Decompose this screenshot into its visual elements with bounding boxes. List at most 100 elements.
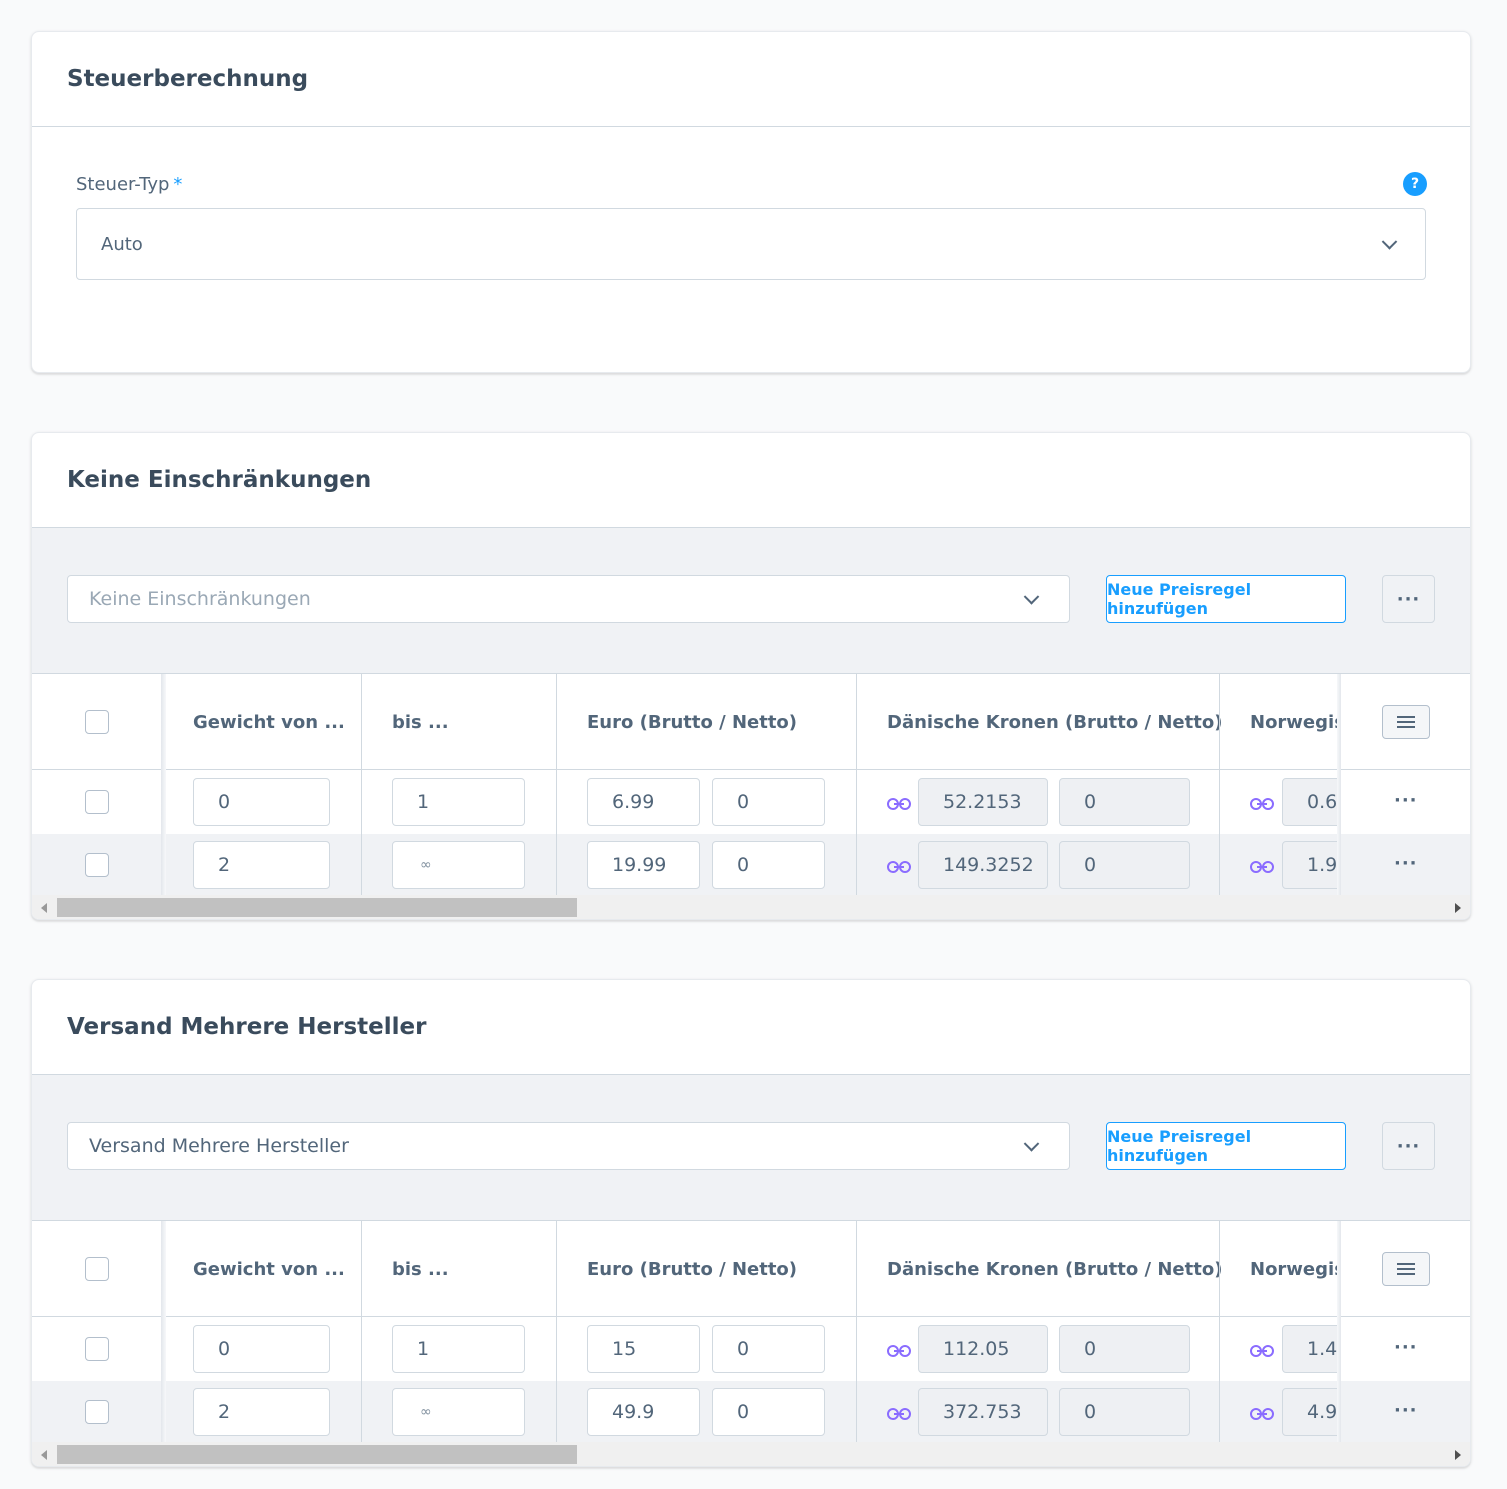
dkk-gross-input[interactable]: 52.2153 (918, 778, 1048, 826)
euro-net-input[interactable]: 0 (712, 778, 825, 826)
row-actions-button[interactable]: ··· (1394, 1337, 1418, 1358)
column-header-dkk[interactable]: Dänische Kronen (Brutto / Netto) (887, 1221, 1237, 1317)
card-title: Keine Einschränkungen (67, 467, 372, 493)
row-checkbox[interactable] (85, 790, 109, 814)
grid-header: Gewicht von ... bis ... Euro (Brutto / N… (32, 1221, 1470, 1317)
scroll-left-icon[interactable] (41, 903, 47, 913)
row-checkbox[interactable] (85, 1337, 109, 1361)
link-icon[interactable] (1250, 860, 1274, 874)
card-title: Versand Mehrere Hersteller (67, 1014, 427, 1040)
select-all-checkbox[interactable] (85, 710, 109, 734)
price-grid: Gewicht von ... bis ... Euro (Brutto / N… (32, 1221, 1470, 1444)
row-checkbox[interactable] (85, 1400, 109, 1424)
column-settings-button[interactable] (1382, 1252, 1430, 1286)
grid-header: Gewicht von ... bis ... Euro (Brutto / N… (32, 674, 1470, 770)
tax-type-value: Auto (101, 233, 143, 255)
euro-gross-input[interactable]: 19.99 (587, 841, 700, 889)
column-header-weight-from[interactable]: Gewicht von ... (193, 1221, 373, 1317)
weight-to-input[interactable]: ∞ (392, 1388, 525, 1436)
euro-gross-input[interactable]: 15 (587, 1325, 700, 1373)
weight-from-input[interactable]: 0 (193, 1325, 330, 1373)
weight-to-input[interactable]: 1 (392, 778, 525, 826)
rule-select[interactable]: Keine Einschränkungen (67, 575, 1070, 623)
euro-net-input[interactable]: 0 (712, 1388, 825, 1436)
column-header-nok[interactable]: Norwegische Kronen (Brutto / Netto) (1250, 674, 1341, 770)
row-actions-button[interactable]: ··· (1394, 790, 1418, 811)
column-header-weight-to[interactable]: bis ... (392, 1221, 572, 1317)
scroll-thumb[interactable] (57, 898, 577, 917)
rule-toolbar: Versand Mehrere Hersteller Neue Preisreg… (32, 1075, 1470, 1221)
weight-from-input[interactable]: 2 (193, 1388, 330, 1436)
rule-select-value: Versand Mehrere Hersteller (89, 1135, 349, 1157)
scroll-right-icon[interactable] (1455, 1450, 1461, 1460)
tax-type-label-text: Steuer-Typ (76, 174, 170, 195)
row-actions-button[interactable]: ··· (1394, 1400, 1418, 1421)
column-divider (856, 1221, 857, 1443)
sticky-column-shadow (161, 1221, 166, 1443)
euro-net-input[interactable]: 0 (712, 841, 825, 889)
link-icon[interactable] (1250, 797, 1274, 811)
dkk-net-input[interactable]: 0 (1059, 1325, 1190, 1373)
column-settings-button[interactable] (1382, 705, 1430, 739)
rule-toolbar: Keine Einschränkungen Neue Preisregel hi… (32, 528, 1470, 674)
weight-to-input[interactable]: 1 (392, 1325, 525, 1373)
table-row: 0 1 15 0 112.05 0 1.48 (32, 1318, 1470, 1381)
weight-from-input[interactable]: 0 (193, 778, 330, 826)
link-icon[interactable] (1250, 1344, 1274, 1358)
chevron-down-icon (1381, 234, 1398, 250)
rule-select[interactable]: Versand Mehrere Hersteller (67, 1122, 1070, 1170)
column-header-weight-from[interactable]: Gewicht von ... (193, 674, 373, 770)
add-price-rule-button[interactable]: Neue Preisregel hinzufügen (1106, 575, 1346, 623)
add-price-rule-button[interactable]: Neue Preisregel hinzufügen (1106, 1122, 1346, 1170)
column-divider (361, 1221, 362, 1443)
scroll-right-icon[interactable] (1455, 903, 1461, 913)
dkk-net-input[interactable]: 0 (1059, 1388, 1190, 1436)
price-grid: Gewicht von ... bis ... Euro (Brutto / N… (32, 674, 1470, 897)
column-header-euro[interactable]: Euro (Brutto / Netto) (587, 674, 877, 770)
column-divider (556, 674, 557, 896)
card-header: Steuerberechnung (32, 32, 1470, 127)
column-settings-icon (1397, 1263, 1415, 1275)
link-icon[interactable] (887, 1344, 911, 1358)
column-divider (856, 674, 857, 896)
column-divider (361, 674, 362, 896)
tax-type-select[interactable]: Auto (76, 208, 1426, 280)
weight-to-input[interactable]: ∞ (392, 841, 525, 889)
link-icon[interactable] (1250, 1407, 1274, 1421)
column-header-weight-to[interactable]: bis ... (392, 674, 572, 770)
card-header: Versand Mehrere Hersteller (32, 980, 1470, 1075)
horizontal-scrollbar[interactable] (32, 895, 1470, 919)
column-divider (1219, 1221, 1220, 1443)
dkk-net-input[interactable]: 0 (1059, 778, 1190, 826)
dkk-gross-input[interactable]: 149.3252 (918, 841, 1048, 889)
column-settings-icon (1397, 716, 1415, 728)
euro-net-input[interactable]: 0 (712, 1325, 825, 1373)
column-divider (556, 1221, 557, 1443)
more-options-button[interactable]: ··· (1382, 575, 1435, 623)
row-checkbox[interactable] (85, 853, 109, 877)
table-row: 0 1 6.99 0 52.2153 0 0.69 (32, 771, 1470, 834)
column-header-euro[interactable]: Euro (Brutto / Netto) (587, 1221, 877, 1317)
euro-gross-input[interactable]: 6.99 (587, 778, 700, 826)
select-all-checkbox[interactable] (85, 1257, 109, 1281)
row-actions-button[interactable]: ··· (1394, 853, 1418, 874)
horizontal-scrollbar[interactable] (32, 1442, 1470, 1466)
chevron-down-icon (1023, 1136, 1040, 1152)
link-icon[interactable] (887, 1407, 911, 1421)
column-header-nok[interactable]: Norwegische Kronen (Brutto / Netto) (1250, 1221, 1341, 1317)
dkk-net-input[interactable]: 0 (1059, 841, 1190, 889)
help-icon[interactable]: ? (1403, 172, 1427, 196)
link-icon[interactable] (887, 797, 911, 811)
euro-gross-input[interactable]: 49.9 (587, 1388, 700, 1436)
column-header-dkk[interactable]: Dänische Kronen (Brutto / Netto) (887, 674, 1237, 770)
price-rule-card: Keine Einschränkungen Keine Einschränkun… (31, 432, 1471, 920)
link-icon[interactable] (887, 860, 911, 874)
chevron-down-icon (1023, 589, 1040, 605)
scroll-thumb[interactable] (57, 1445, 577, 1464)
scroll-left-icon[interactable] (41, 1450, 47, 1460)
weight-from-input[interactable]: 2 (193, 841, 330, 889)
sticky-column-shadow (1337, 674, 1341, 896)
dkk-gross-input[interactable]: 372.753 (918, 1388, 1048, 1436)
more-options-button[interactable]: ··· (1382, 1122, 1435, 1170)
dkk-gross-input[interactable]: 112.05 (918, 1325, 1048, 1373)
